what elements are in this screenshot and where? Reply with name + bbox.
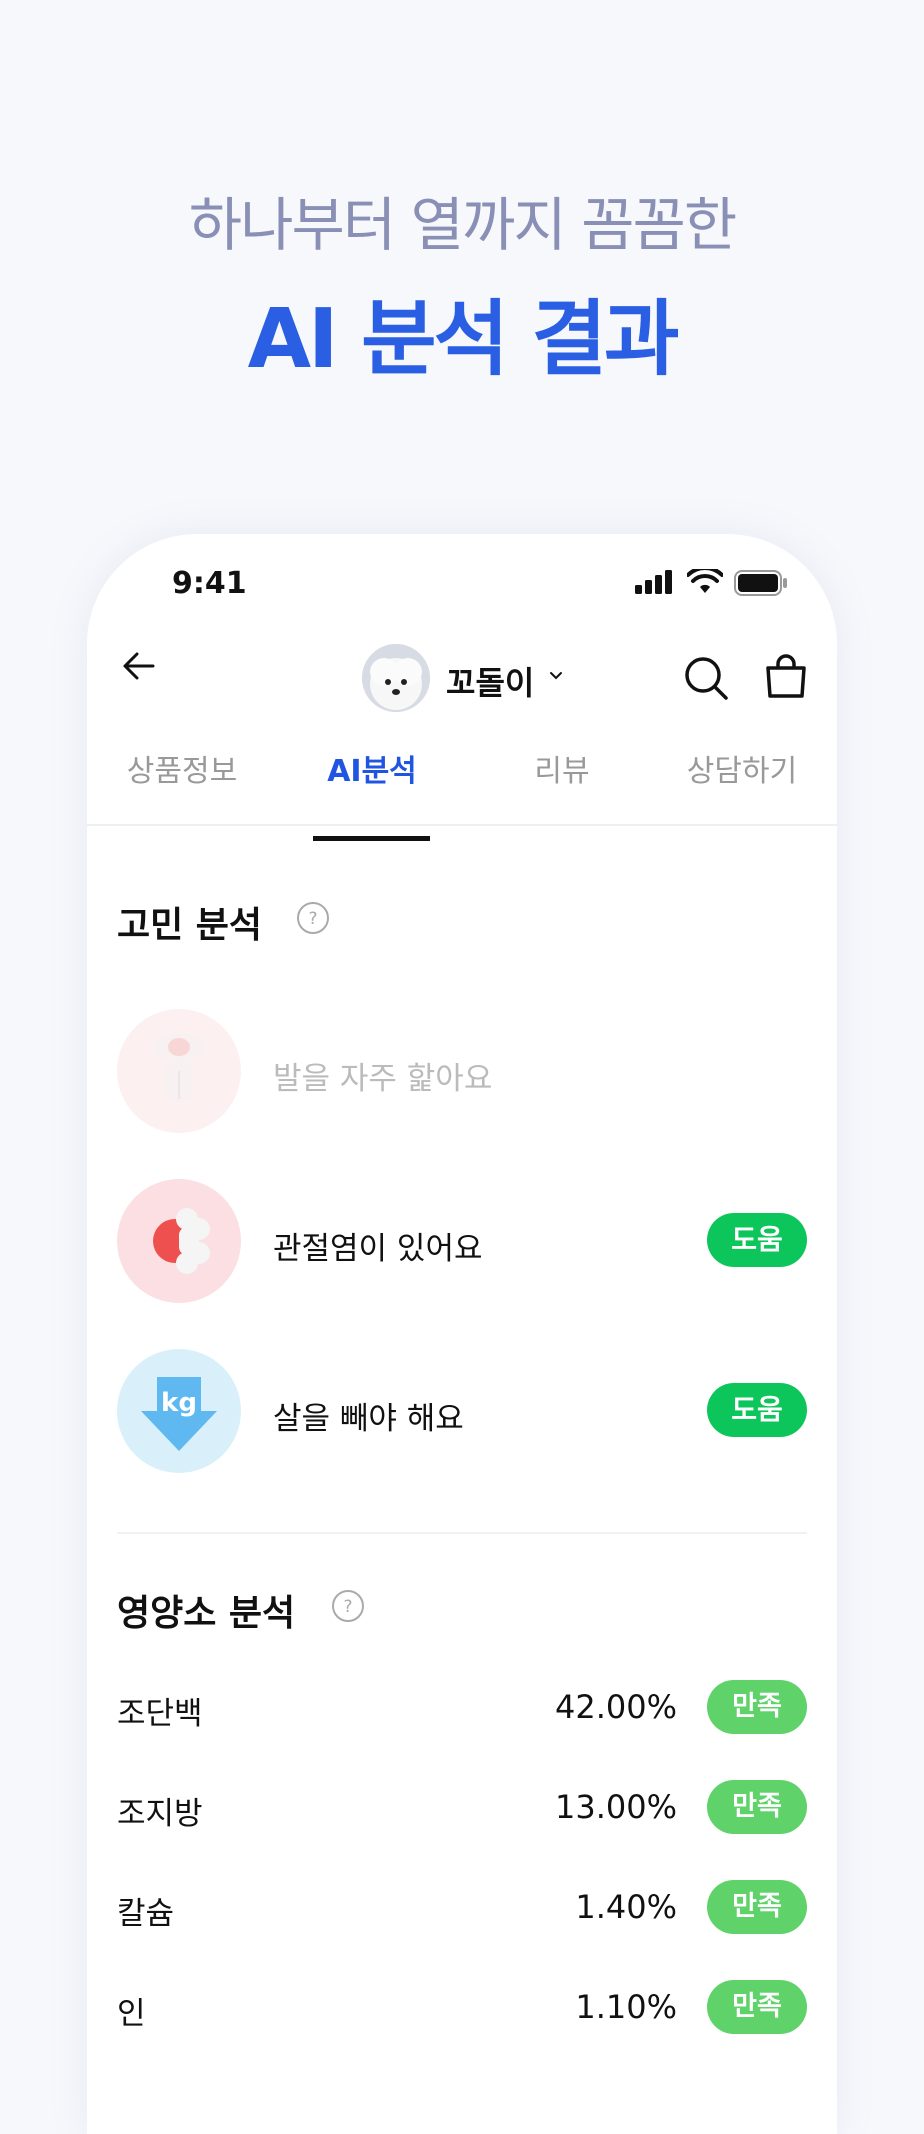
phone-frame: 9:41 꼬돌이 상품정보 AI분석 리뷰 상담하기 고민 분석 ? 발을 자주… xyxy=(87,534,837,2134)
nutrient-name: 칼슘 xyxy=(117,1896,175,1932)
help-badge: 도움 xyxy=(707,1383,807,1437)
concern-item: kg 살을 빼야 해요 도움 xyxy=(117,1349,807,1473)
concern-item: 발을 자주 핥아요 xyxy=(117,1009,807,1133)
cellular-signal-icon xyxy=(635,570,672,594)
tab-bar: 상품정보 AI분석 리뷰 상담하기 xyxy=(87,740,837,826)
nutrient-value: 1.10% xyxy=(575,1988,677,2026)
satisfied-badge: 만족 xyxy=(707,1780,807,1834)
tab-product-info[interactable]: 상품정보 xyxy=(87,740,277,824)
concern-label: 살을 빼야 해요 xyxy=(273,1401,464,1437)
weight-loss-kg-icon: kg xyxy=(117,1349,241,1473)
dog-photo-icon xyxy=(362,644,430,712)
nutrient-value: 13.00% xyxy=(554,1788,677,1826)
promo-line-2: AI 분석 결과 xyxy=(247,292,680,387)
nutrient-name: 인 xyxy=(117,1996,146,2032)
satisfied-badge: 만족 xyxy=(707,1980,807,2034)
help-badge: 도움 xyxy=(707,1213,807,1267)
satisfied-badge: 만족 xyxy=(707,1680,807,1734)
concern-item: 관절염이 있어요 도움 xyxy=(117,1179,807,1303)
active-tab-indicator xyxy=(313,836,430,841)
tab-reviews[interactable]: 리뷰 xyxy=(467,740,657,824)
status-time: 9:41 xyxy=(172,566,247,601)
shopping-bag-icon[interactable] xyxy=(762,652,810,700)
concern-label: 발을 자주 핥아요 xyxy=(273,1061,493,1097)
paw-licking-icon xyxy=(117,1009,241,1133)
nutrient-value: 1.40% xyxy=(575,1888,677,1926)
svg-text:?: ? xyxy=(308,909,317,929)
nutrient-value: 42.00% xyxy=(554,1688,677,1726)
concern-label: 관절염이 있어요 xyxy=(273,1231,483,1267)
tab-consultation[interactable]: 상담하기 xyxy=(647,740,837,824)
svg-text:kg: kg xyxy=(161,1388,197,1418)
section-divider xyxy=(117,1532,807,1534)
nutrient-row: 인 1.10% 만족 xyxy=(117,1980,807,2036)
nutrient-row: 조단백 42.00% 만족 xyxy=(117,1680,807,1736)
back-arrow-icon[interactable] xyxy=(117,644,161,688)
nutrient-analysis-title: 영양소 분석 xyxy=(117,1593,296,1634)
search-icon[interactable] xyxy=(682,654,730,702)
chevron-down-icon[interactable] xyxy=(549,671,563,681)
joint-bone-icon xyxy=(117,1179,241,1303)
pet-name[interactable]: 꼬돌이 xyxy=(446,658,534,704)
nutrient-row: 조지방 13.00% 만족 xyxy=(117,1780,807,1836)
wifi-icon xyxy=(687,569,723,593)
tab-ai-analysis[interactable]: AI분석 xyxy=(277,740,467,824)
nutrient-row: 칼슘 1.40% 만족 xyxy=(117,1880,807,1936)
pet-avatar[interactable] xyxy=(362,644,430,712)
help-question-icon[interactable]: ? xyxy=(330,1588,366,1624)
nutrient-name: 조지방 xyxy=(117,1796,203,1832)
battery-icon xyxy=(734,570,787,596)
concern-analysis-title: 고민 분석 xyxy=(117,905,263,946)
help-question-icon[interactable]: ? xyxy=(295,900,331,936)
svg-text:?: ? xyxy=(343,1597,352,1617)
satisfied-badge: 만족 xyxy=(707,1880,807,1934)
promo-line-1: 하나부터 열까지 꼼꼼한 xyxy=(188,191,737,259)
nutrient-name: 조단백 xyxy=(117,1696,203,1732)
